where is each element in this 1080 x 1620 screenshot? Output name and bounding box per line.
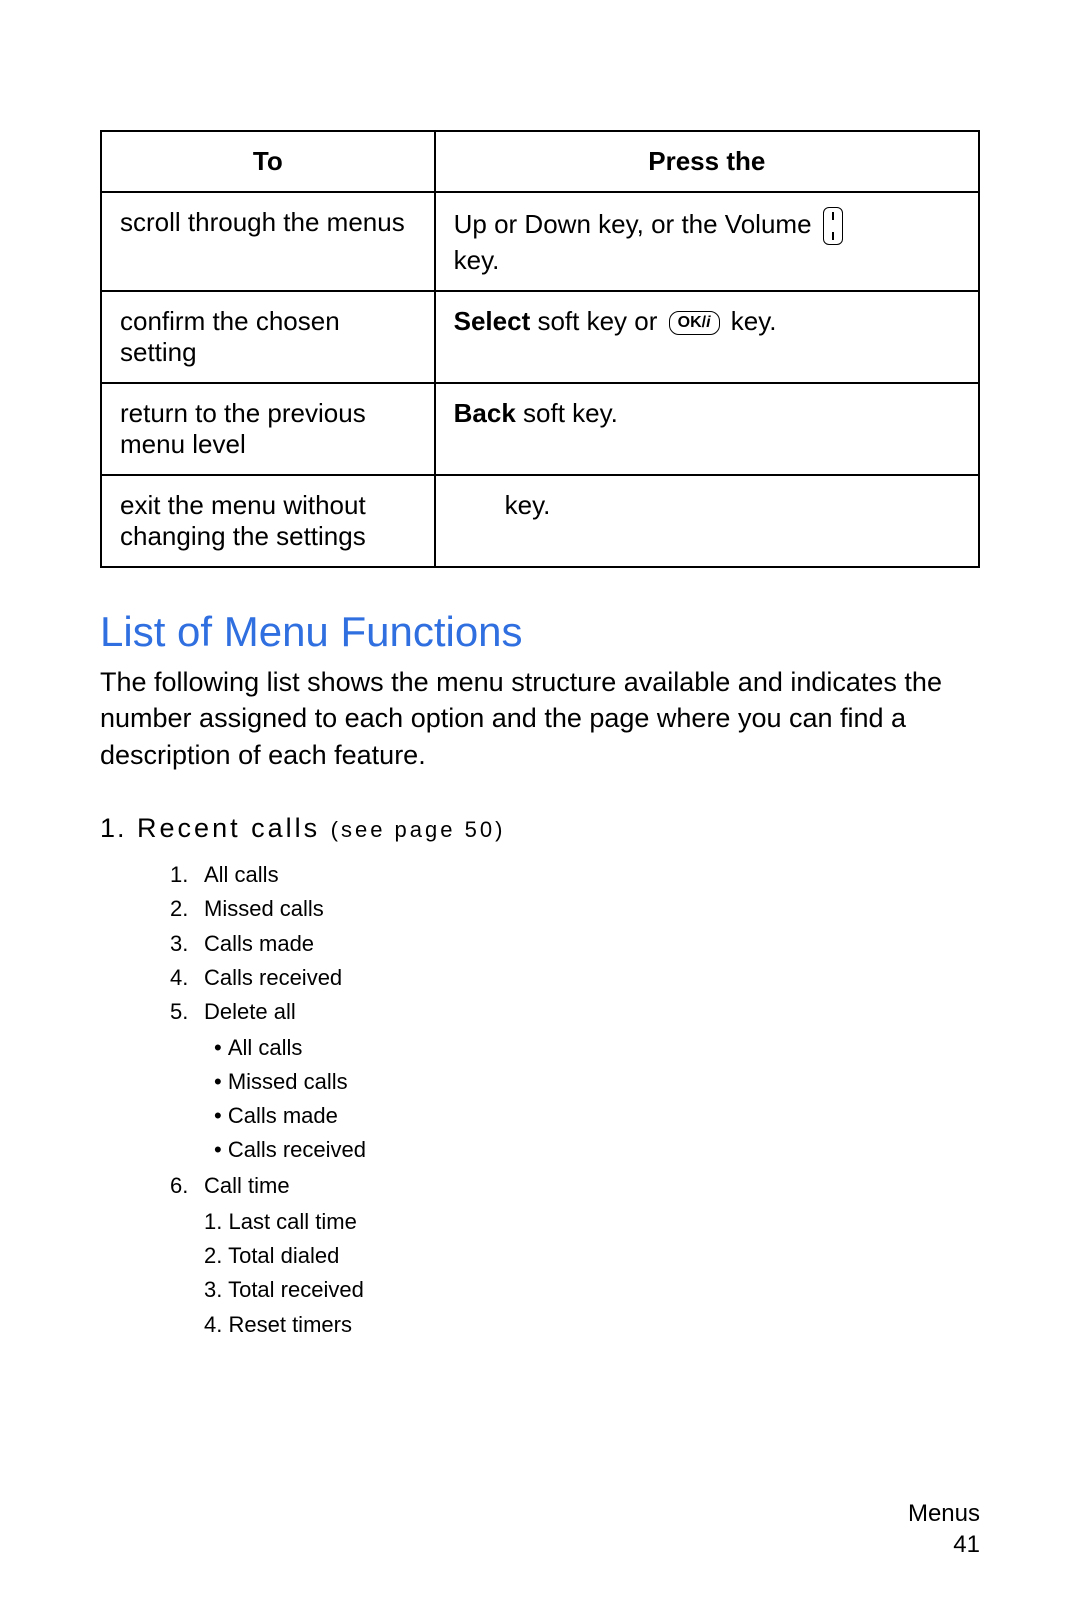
menu-heading: 1. Recent calls (see page 50) — [100, 813, 980, 844]
cell-to: return to the previous menu level — [101, 383, 435, 475]
table-row: scroll through the menus Up or Down key,… — [101, 192, 979, 291]
section-heading: List of Menu Functions — [100, 608, 980, 656]
text: All calls — [204, 862, 279, 887]
cell-press: xx key. — [435, 475, 979, 567]
table-row: confirm the chosen setting Select soft k… — [101, 291, 979, 383]
footer-page-number: 41 — [908, 1529, 980, 1560]
menu-list: All calls Missed calls Calls made Calls … — [170, 858, 980, 1341]
footer-section: Menus — [908, 1498, 980, 1529]
list-item: Calls made — [214, 1099, 980, 1133]
list-item: All calls — [170, 858, 980, 892]
cell-press: Select soft key or OK/i key. — [435, 291, 979, 383]
document-page: To Press the scroll through the menus Up… — [0, 0, 1080, 1620]
text: key. — [505, 490, 551, 520]
key-actions-table: To Press the scroll through the menus Up… — [100, 130, 980, 568]
list-item: Missed calls — [170, 892, 980, 926]
select-label: Select — [454, 306, 531, 336]
text: Calls made — [204, 931, 314, 956]
list-item: Delete all All calls Missed calls Calls … — [170, 995, 980, 1167]
list-item: Calls made — [170, 927, 980, 961]
section-intro: The following list shows the menu struct… — [100, 664, 980, 773]
text: Missed calls — [204, 896, 324, 921]
cell-to: scroll through the menus — [101, 192, 435, 291]
text: Total received — [228, 1277, 364, 1302]
text: Calls received — [204, 965, 342, 990]
text: Delete all — [204, 999, 296, 1024]
text: Missed calls — [228, 1069, 348, 1094]
page-footer: Menus 41 — [908, 1498, 980, 1560]
list-item: Last call time — [204, 1205, 980, 1239]
text: Calls received — [228, 1137, 366, 1162]
list-item: Call time Last call time Total dialed To… — [170, 1169, 980, 1341]
table-header-press: Press the — [435, 131, 979, 192]
cell-to: confirm the chosen setting — [101, 291, 435, 383]
text: key. — [454, 245, 500, 275]
list-item: Calls received — [170, 961, 980, 995]
list-item: Reset timers — [204, 1308, 980, 1342]
text: Reset timers — [228, 1312, 351, 1337]
text: Last call time — [228, 1209, 356, 1234]
menu-see-page: (see page 50) — [331, 817, 506, 842]
text: key. — [724, 306, 777, 336]
cell-press: Back soft key. — [435, 383, 979, 475]
text: Call time — [204, 1173, 290, 1198]
menu-number: 1. — [100, 813, 127, 843]
text: OK/ — [678, 314, 706, 331]
list-item: Calls received — [214, 1133, 980, 1167]
text: i — [706, 314, 710, 331]
text: Up or Down key, or the Volume — [454, 209, 819, 239]
list-item: All calls — [214, 1031, 980, 1065]
sub-bullet-list: All calls Missed calls Calls made Calls … — [214, 1031, 980, 1167]
list-item: Total dialed — [204, 1239, 980, 1273]
text: Total dialed — [228, 1243, 339, 1268]
table-header-to: To — [101, 131, 435, 192]
cell-press: Up or Down key, or the Volume key. — [435, 192, 979, 291]
list-item: Missed calls — [214, 1065, 980, 1099]
sub-ordered-list: Last call time Total dialed Total receiv… — [204, 1205, 980, 1341]
text: soft key. — [516, 398, 618, 428]
list-item: Total received — [204, 1273, 980, 1307]
menu-title: Recent calls — [137, 813, 320, 843]
cell-to: exit the menu without changing the setti… — [101, 475, 435, 567]
text: soft key or — [530, 306, 664, 336]
volume-key-icon — [823, 207, 843, 245]
ok-key-icon: OK/i — [669, 311, 720, 335]
text: All calls — [228, 1035, 303, 1060]
table-row: exit the menu without changing the setti… — [101, 475, 979, 567]
back-label: Back — [454, 398, 516, 428]
table-row: return to the previous menu level Back s… — [101, 383, 979, 475]
text: Calls made — [228, 1103, 338, 1128]
